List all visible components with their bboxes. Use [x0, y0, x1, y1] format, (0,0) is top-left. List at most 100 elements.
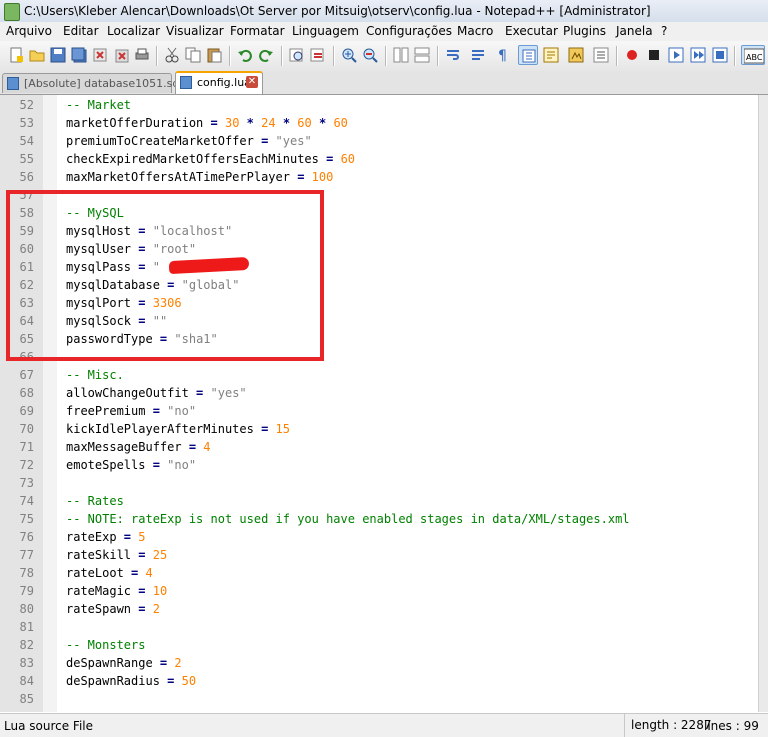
show-all-characters-icon[interactable] — [468, 45, 488, 65]
save-macro-icon[interactable] — [710, 45, 730, 65]
code-text: -- NOTE: rateExp is not used if you have… — [66, 510, 630, 528]
user-defined-language-icon[interactable] — [541, 45, 561, 65]
print-icon[interactable] — [132, 45, 152, 65]
line-number: 85 — [19, 692, 34, 706]
sync-horizontal-icon[interactable] — [412, 45, 432, 65]
code-line[interactable]: 70 kickIdlePlayerAfterMinutes = 15 — [0, 420, 758, 438]
code-line[interactable]: 53 marketOfferDuration = 30 * 24 * 60 * 6… — [0, 114, 758, 132]
code-line[interactable]: 82 -- Monsters — [0, 636, 758, 654]
close-tab-icon[interactable]: ✕ — [246, 76, 258, 88]
code-line[interactable]: 83 deSpawnRange = 2 — [0, 654, 758, 672]
code-line[interactable]: 73 — [0, 474, 758, 492]
zoom-out-icon[interactable] — [360, 45, 380, 65]
code-line[interactable]: 79 rateMagic = 10 — [0, 582, 758, 600]
cut-icon[interactable] — [162, 45, 182, 65]
doc-map-icon[interactable] — [566, 45, 586, 65]
code-line[interactable]: 54 premiumToCreateMarketOffer = "yes" — [0, 132, 758, 150]
code-line[interactable]: 85 — [0, 690, 758, 708]
menu-linguagem[interactable]: Linguagem — [292, 24, 359, 38]
vertical-scrollbar[interactable] — [758, 95, 768, 712]
close-all-icon[interactable] — [111, 45, 131, 65]
sync-vertical-icon[interactable] — [391, 45, 411, 65]
menu-help[interactable]: ? — [661, 24, 667, 38]
copy-icon[interactable] — [183, 45, 203, 65]
run-macro-multiple-icon[interactable] — [688, 45, 708, 65]
code-text: rateExp = 5 — [66, 528, 146, 546]
tab-database1051-sql[interactable]: [Absolute] database1051.sql — [2, 73, 182, 93]
play-macro-icon[interactable] — [666, 45, 686, 65]
code-token: maxMarketOffersAtATimePerPlayer — [66, 170, 298, 184]
record-macro-icon[interactable] — [622, 45, 642, 65]
code-text: allowChangeOutfit = "yes" — [66, 384, 247, 402]
code-token: -- Misc. — [66, 368, 124, 382]
code-line[interactable]: 74 -- Rates — [0, 492, 758, 510]
code-line[interactable]: 78 rateLoot = 4 — [0, 564, 758, 582]
code-line[interactable]: 84 deSpawnRadius = 50 — [0, 672, 758, 690]
new-file-icon[interactable] — [6, 45, 26, 65]
stop-macro-icon[interactable] — [644, 45, 664, 65]
code-line[interactable]: 81 — [0, 618, 758, 636]
menu-formatar[interactable]: Formatar — [230, 24, 285, 38]
code-token: rateSkill — [66, 548, 139, 562]
code-line[interactable]: 56 maxMarketOffersAtATimePerPlayer = 100 — [0, 168, 758, 186]
find-icon[interactable] — [287, 45, 307, 65]
line-number: 79 — [19, 584, 34, 598]
save-icon[interactable] — [48, 45, 68, 65]
save-all-icon[interactable] — [69, 45, 89, 65]
line-number: 74 — [19, 494, 34, 508]
line-number: 77 — [19, 548, 34, 562]
line-number: 81 — [19, 620, 34, 634]
code-token: allowChangeOutfit — [66, 386, 197, 400]
code-text: deSpawnRadius = 50 — [66, 672, 196, 690]
word-wrap-icon[interactable] — [443, 45, 463, 65]
code-token: 5 — [138, 530, 146, 544]
notepadpp-app-icon[interactable] — [4, 3, 20, 21]
function-list-icon[interactable] — [591, 45, 611, 65]
code-line[interactable]: 76 rateExp = 5 — [0, 528, 758, 546]
menu-editar[interactable]: Editar — [63, 24, 99, 38]
menu-executar[interactable]: Executar — [505, 24, 558, 38]
menu-localizar[interactable]: Localizar — [107, 24, 160, 38]
code-token: = — [123, 530, 132, 544]
undo-icon[interactable] — [235, 45, 255, 65]
menu-macro[interactable]: Macro — [457, 24, 493, 38]
code-line[interactable]: 55 checkExpiredMarketOffersEachMinutes = … — [0, 150, 758, 168]
tab-config-lua[interactable]: config.lua ✕ — [175, 71, 263, 94]
menu-bar: Arquivo Editar Localizar Visualizar Form… — [0, 22, 768, 41]
code-line[interactable]: 80 rateSpawn = 2 — [0, 600, 758, 618]
menu-configuracoes[interactable]: Configurações — [366, 24, 452, 38]
code-text: -- Market — [66, 96, 131, 114]
status-bar: Lua source File length : 2287 lines : 99 — [0, 713, 768, 737]
open-file-icon[interactable] — [27, 45, 47, 65]
spell-check-icon[interactable]: ABC — [741, 45, 765, 65]
menu-arquivo[interactable]: Arquivo — [6, 24, 52, 38]
code-token: rateMagic — [66, 584, 139, 598]
code-line[interactable]: 52 -- Market — [0, 96, 758, 114]
replace-icon[interactable] — [308, 45, 328, 65]
code-line[interactable]: 69 freePremium = "no" — [0, 402, 758, 420]
code-line[interactable]: 67 -- Misc. — [0, 366, 758, 384]
code-line[interactable]: 75 -- NOTE: rateExp is not used if you ha… — [0, 510, 758, 528]
menu-visualizar[interactable]: Visualizar — [166, 24, 224, 38]
code-line[interactable]: 72 emoteSpells = "no" — [0, 456, 758, 474]
code-line[interactable]: 68 allowChangeOutfit = "yes" — [0, 384, 758, 402]
code-token: * — [282, 116, 291, 130]
paste-icon[interactable] — [204, 45, 224, 65]
zoom-in-icon[interactable] — [339, 45, 359, 65]
line-number: 68 — [19, 386, 34, 400]
code-line[interactable]: 77 rateSkill = 25 — [0, 546, 758, 564]
line-number: 70 — [19, 422, 34, 436]
indent-guide-icon[interactable] — [518, 45, 538, 65]
code-text: -- Misc. — [66, 366, 124, 384]
tab-bar: [Absolute] database1051.sql config.lua ✕ — [0, 71, 768, 95]
menu-janela[interactable]: Janela — [616, 24, 653, 38]
code-editor[interactable]: 52 -- Market 53 marketOfferDuration = 30 * … — [0, 95, 758, 712]
pilcrow-icon[interactable]: ¶ — [493, 45, 513, 65]
code-token: 50 — [181, 674, 197, 688]
code-line[interactable]: 71 maxMessageBuffer = 4 — [0, 438, 758, 456]
close-file-icon[interactable] — [90, 45, 110, 65]
menu-plugins[interactable]: Plugins — [563, 24, 606, 38]
redo-icon[interactable] — [256, 45, 276, 65]
